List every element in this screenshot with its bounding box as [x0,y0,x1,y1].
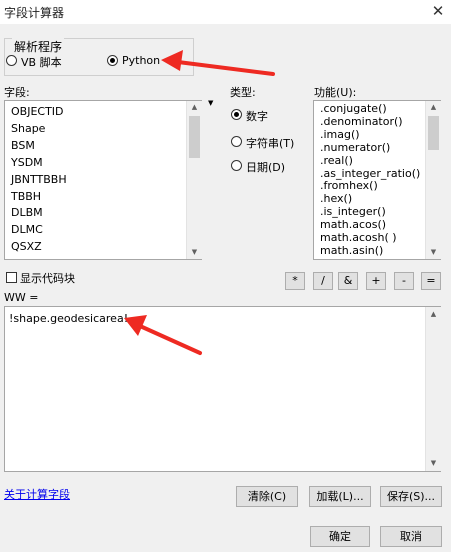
annotation-arrow-python [161,50,275,76]
annotation-arrows [124,50,275,355]
annotation-arrow-expression [124,315,202,355]
